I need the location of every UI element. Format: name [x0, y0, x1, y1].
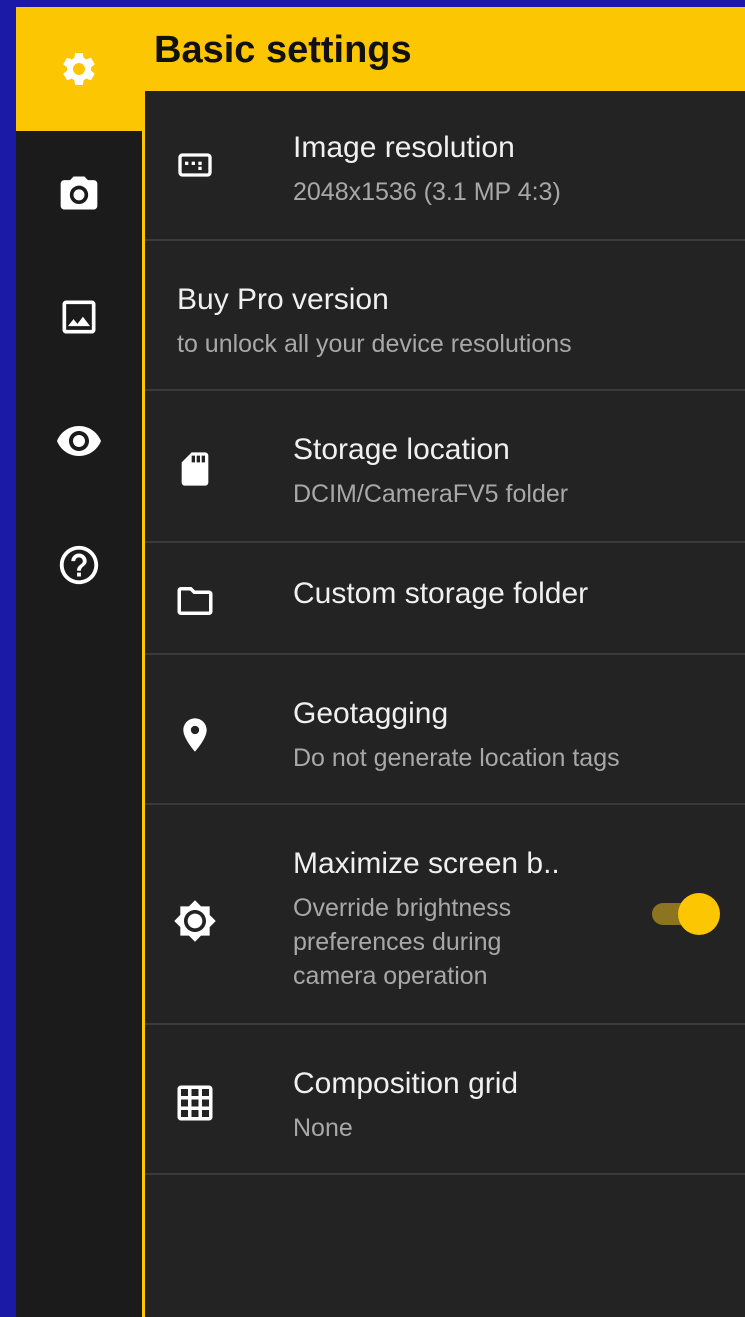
grid-icon — [173, 1081, 217, 1125]
toggle-thumb — [678, 893, 720, 935]
setting-subtitle: DCIM/CameraFV5 folder — [293, 480, 569, 508]
sidebar-item-image[interactable] — [16, 255, 142, 379]
setting-title: Buy Pro version — [177, 283, 389, 316]
setting-title: Custom storage folder — [293, 577, 589, 610]
setting-title: Maximize screen b.. — [293, 847, 560, 880]
setting-title: Image resolution — [293, 131, 515, 164]
image-icon — [62, 300, 96, 334]
sidebar — [16, 7, 142, 1317]
sd-card-icon — [173, 447, 217, 491]
setting-subtitle-line: preferences during — [293, 928, 502, 956]
sidebar-item-basic-settings[interactable] — [16, 7, 142, 131]
setting-subtitle: Do not generate location tags — [293, 744, 620, 772]
eye-icon — [57, 426, 101, 456]
setting-title: Storage location — [293, 433, 510, 466]
page-title: Basic settings — [154, 29, 412, 71]
setting-title: Geotagging — [293, 697, 449, 730]
setting-subtitle: None — [293, 1114, 353, 1142]
setting-image-resolution[interactable]: Image resolution 2048x1536 (3.1 MP 4:3) — [145, 91, 745, 241]
gear-icon — [63, 52, 95, 85]
settings-screen: Basic settings Image resolution 2048x153… — [16, 7, 745, 1317]
sidebar-item-preview[interactable] — [16, 379, 142, 503]
setting-geotagging[interactable]: Geotagging Do not generate location tags — [145, 655, 745, 805]
resolution-icon — [173, 143, 217, 187]
setting-max-brightness[interactable]: Maximize screen b.. Override brightness … — [145, 805, 745, 1025]
setting-buy-pro[interactable]: Buy Pro version to unlock all your devic… — [145, 241, 745, 391]
settings-list: Image resolution 2048x1536 (3.1 MP 4:3) … — [145, 91, 745, 1317]
setting-title: Composition grid — [293, 1067, 519, 1100]
setting-custom-storage-folder[interactable]: Custom storage folder — [145, 543, 745, 655]
setting-subtitle: to unlock all your device resolutions — [177, 330, 572, 358]
setting-composition-grid[interactable]: Composition grid None — [145, 1025, 745, 1175]
location-pin-icon — [173, 713, 217, 757]
setting-storage-location[interactable]: Storage location DCIM/CameraFV5 folder — [145, 391, 745, 543]
help-icon — [59, 545, 99, 585]
setting-subtitle-line: camera operation — [293, 962, 488, 990]
setting-subtitle: 2048x1536 (3.1 MP 4:3) — [293, 178, 561, 206]
brightness-icon — [173, 899, 217, 943]
folder-icon — [173, 579, 217, 623]
brightness-toggle[interactable] — [648, 893, 720, 935]
camera-icon — [60, 176, 98, 210]
setting-subtitle-line: Override brightness — [293, 894, 512, 922]
sidebar-item-camera[interactable] — [16, 131, 142, 255]
sidebar-item-help[interactable] — [16, 503, 142, 627]
